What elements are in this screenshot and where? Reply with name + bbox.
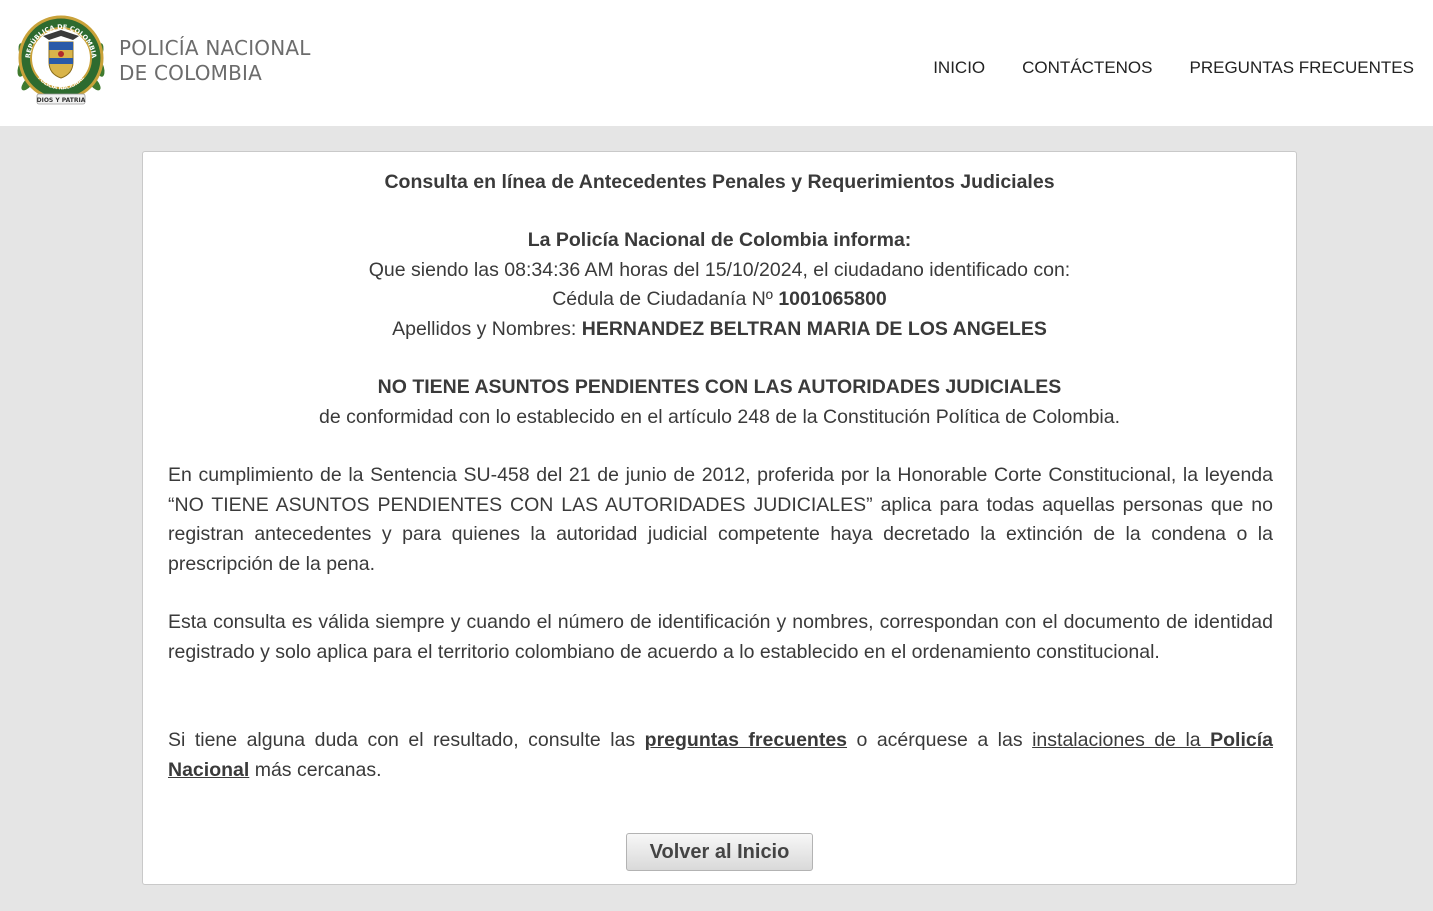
status-note: de conformidad con lo establecido en el … bbox=[318, 405, 1121, 428]
names-line: Apellidos y Nombres: HERNANDEZ BELTRAN M… bbox=[143, 315, 1296, 345]
paragraph-sentencia: En cumplimiento de la Sentencia SU-458 d… bbox=[168, 464, 1273, 575]
status-text: NO TIENE ASUNTOS PENDIENTES CON LAS AUTO… bbox=[377, 376, 1062, 398]
result-card: Consulta en línea de Antecedentes Penale… bbox=[142, 151, 1297, 885]
informa-heading: La Policía Nacional de Colombia informa: bbox=[527, 229, 912, 251]
brand-line-1: POLICÍA NACIONAL bbox=[119, 36, 311, 60]
id-label: Cédula de Ciudadanía Nº bbox=[552, 288, 779, 310]
brand-name: POLICÍA NACIONAL DE COLOMBIA bbox=[119, 36, 311, 86]
names-value: HERNANDEZ BELTRAN MARIA DE LOS ANGELES bbox=[581, 317, 1047, 340]
svg-text:DIOS Y PATRIA: DIOS Y PATRIA bbox=[37, 97, 86, 104]
nav-inicio[interactable]: INICIO bbox=[933, 58, 985, 78]
query-time: 08:34:36 AM bbox=[504, 258, 614, 281]
id-line: Cédula de Ciudadanía Nº 1001065800 bbox=[143, 285, 1296, 315]
status-block: NO TIENE ASUNTOS PENDIENTES CON LAS AUTO… bbox=[143, 373, 1296, 432]
main-nav: INICIO CONTÁCTENOS PREGUNTAS FRECUENTES bbox=[933, 58, 1414, 78]
nav-contactenos[interactable]: CONTÁCTENOS bbox=[1022, 58, 1152, 78]
police-emblem-icon[interactable]: REPÚBLICA DE COLOMBIA DIOS Y PATRIA POLI… bbox=[13, 12, 109, 108]
query-date: 15/10/2024 bbox=[704, 258, 803, 281]
nav-preguntas-frecuentes[interactable]: PREGUNTAS FRECUENTES bbox=[1190, 58, 1415, 78]
names-label: Apellidos y Nombres: bbox=[392, 317, 582, 340]
brand-line-2: DE COLOMBIA bbox=[119, 61, 263, 85]
site-header: REPÚBLICA DE COLOMBIA DIOS Y PATRIA POLI… bbox=[0, 0, 1433, 126]
result-title: Consulta en línea de Antecedentes Penale… bbox=[384, 171, 1055, 193]
volver-inicio-button[interactable]: Volver al Inicio bbox=[626, 833, 813, 871]
citizen-info: La Policía Nacional de Colombia informa:… bbox=[143, 226, 1296, 344]
paragraph-dudas: Si tiene alguna duda con el resultado, c… bbox=[168, 729, 1273, 781]
link-preguntas-frecuentes[interactable]: preguntas frecuentes bbox=[645, 729, 847, 751]
paragraph-validez: Esta consulta es válida siempre y cuando… bbox=[168, 611, 1273, 663]
query-time-line: Que siendo las 08:34:36 AM horas del 15/… bbox=[368, 258, 1071, 281]
id-number: 1001065800 bbox=[778, 288, 887, 310]
